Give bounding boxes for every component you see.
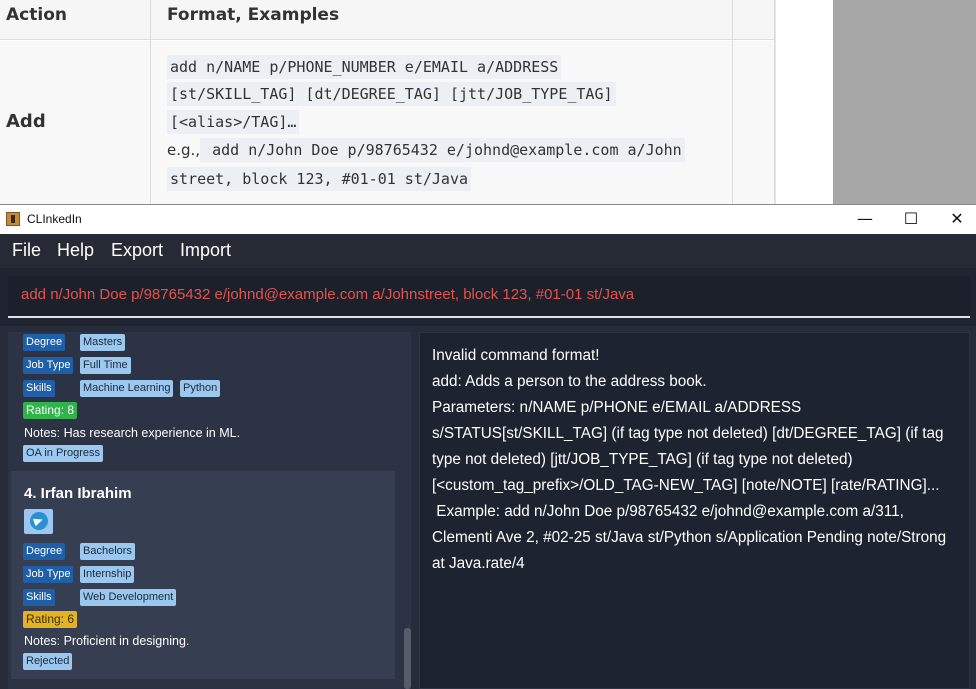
close-button[interactable]: ✕ — [934, 205, 976, 235]
rating-badge: Rating: 6 — [23, 611, 78, 628]
person-card[interactable]: 4. Irfan Ibrahim Degree Bachelors Job Ty… — [11, 471, 395, 679]
pane-divider[interactable] — [411, 332, 419, 689]
rating-badge: Rating: 8 — [23, 402, 78, 419]
window-title: CLInkedIn — [27, 212, 82, 226]
person-list[interactable]: Degree Masters Job Type Full Time Skills… — [8, 332, 411, 689]
header-format: Format, Examples — [167, 5, 340, 25]
format-line: [<alias>/TAG]… — [167, 110, 300, 134]
menu-import[interactable]: Import — [180, 240, 231, 261]
result-message: Invalid command format! add: Adds a pers… — [432, 347, 947, 572]
menu-export[interactable]: Export — [111, 240, 163, 261]
documentation-page: Action Format, Examples Add add n/NAME p… — [0, 0, 976, 205]
background-desktop — [833, 0, 976, 205]
tag-job-type: Full Time — [80, 357, 131, 374]
minimize-button[interactable]: — — [842, 205, 888, 235]
tag-skill: Web Development — [80, 589, 177, 606]
command-input-text: add n/John Doe p/98765432 e/johnd@exampl… — [21, 286, 635, 303]
person-card[interactable]: Degree Masters Job Type Full Time Skills… — [11, 332, 395, 462]
notes-text: Notes: Has research experience in ML. — [24, 426, 241, 440]
menu-help[interactable]: Help — [57, 240, 94, 261]
status-badge: Rejected — [23, 653, 73, 670]
telegram-icon[interactable] — [24, 509, 53, 534]
command-input[interactable]: add n/John Doe p/98765432 e/johnd@exampl… — [8, 276, 970, 318]
app-icon — [6, 212, 20, 226]
tag-type-skills: Skills — [23, 589, 55, 606]
tag-skill: Machine Learning — [80, 380, 174, 397]
column-divider — [732, 0, 733, 205]
tag-job-type: Internship — [80, 566, 135, 583]
list-scrollbar[interactable] — [404, 332, 411, 689]
doc-margin — [775, 0, 833, 205]
row-label-add: Add — [6, 111, 46, 132]
command-area: add n/John Doe p/98765432 e/johnd@exampl… — [0, 268, 976, 326]
maximize-button[interactable]: ☐ — [888, 205, 934, 235]
tag-skill: Python — [180, 380, 221, 397]
menu-file[interactable]: File — [12, 240, 41, 261]
tag-degree: Masters — [80, 334, 126, 351]
tag-type-job: Job Type — [23, 357, 74, 374]
example-line: street, block 123, #01-01 st/Java — [167, 167, 472, 191]
clinkedin-window: CLInkedIn — ☐ ✕ File Help Export Import … — [0, 204, 976, 689]
format-line: [st/SKILL_TAG] [dt/DEGREE_TAG] [jtt/JOB_… — [167, 82, 616, 106]
tag-type-degree: Degree — [23, 334, 66, 351]
person-name: 4. Irfan Ibrahim — [24, 485, 132, 502]
scrollbar-thumb[interactable] — [404, 628, 411, 689]
example-line: e.g., add n/John Doe p/98765432 e/johnd@… — [167, 138, 685, 162]
table-header-row: Action Format, Examples — [0, 0, 775, 40]
menu-bar: File Help Export Import — [0, 234, 976, 268]
format-line: add n/NAME p/PHONE_NUMBER e/EMAIL a/ADDR… — [167, 55, 562, 79]
header-action: Action — [6, 5, 67, 25]
tag-type-job: Job Type — [23, 566, 74, 583]
tag-type-degree: Degree — [23, 543, 66, 560]
tag-degree: Bachelors — [80, 543, 135, 560]
column-divider — [150, 0, 151, 205]
notes-text: Notes: Proficient in designing. — [24, 634, 190, 648]
command-summary-table: Action Format, Examples Add add n/NAME p… — [0, 0, 775, 205]
title-bar[interactable]: CLInkedIn — ☐ ✕ — [0, 204, 976, 234]
status-badge: OA in Progress — [23, 445, 103, 462]
tag-type-skills: Skills — [23, 380, 55, 397]
result-display[interactable]: Invalid command format! add: Adds a pers… — [419, 332, 970, 689]
